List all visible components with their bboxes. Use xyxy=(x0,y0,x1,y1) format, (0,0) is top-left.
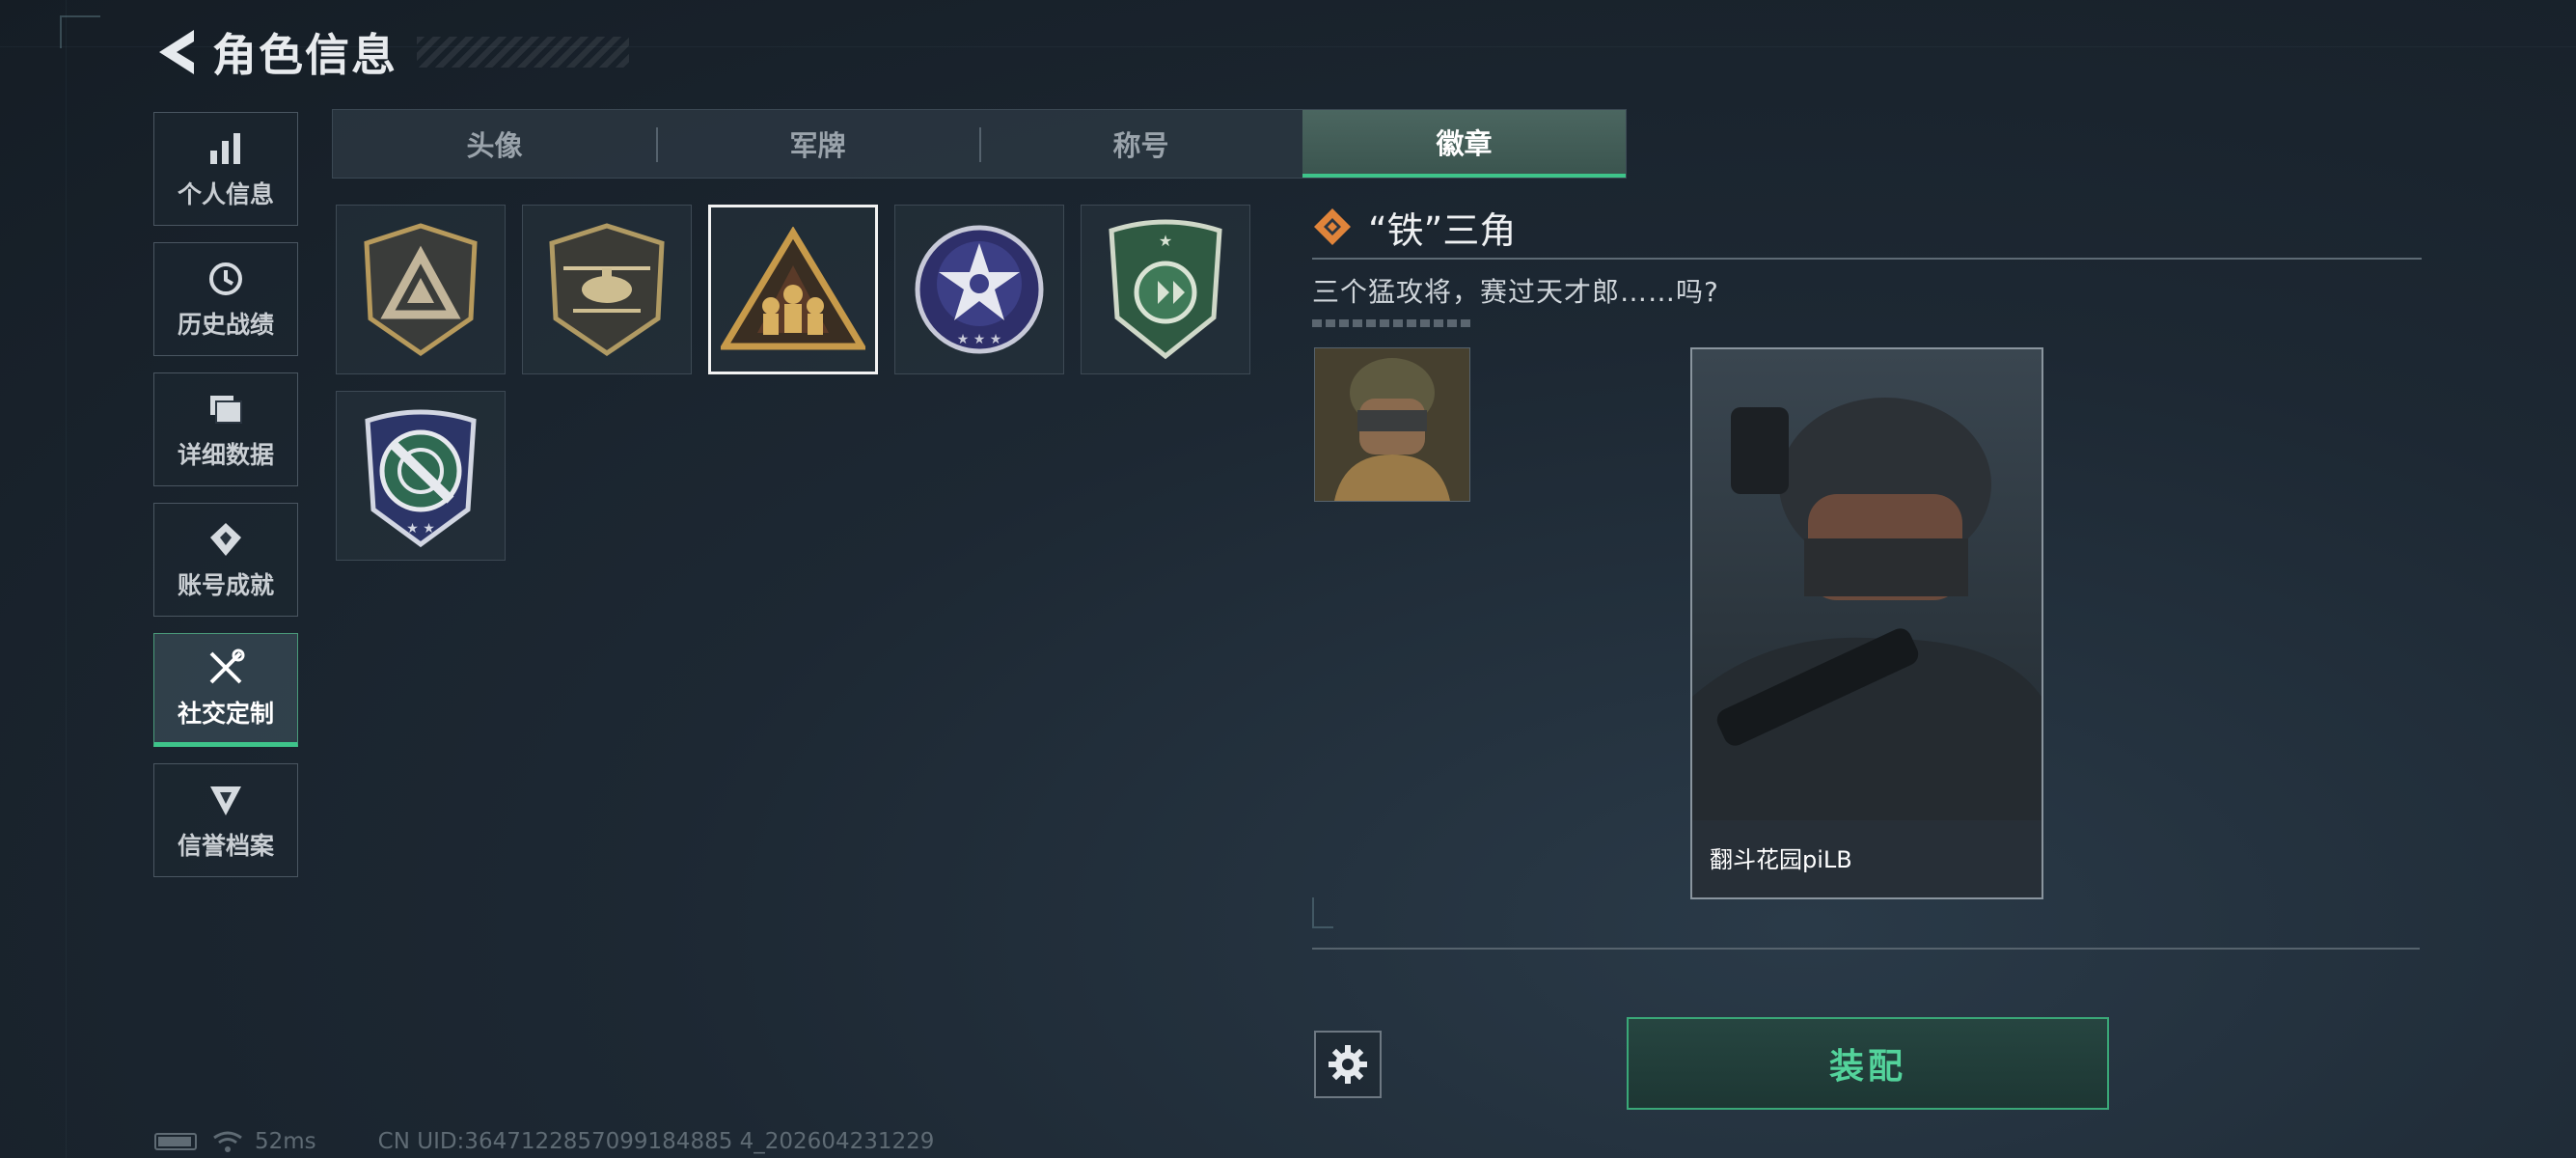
green-shield-badge-icon: ★ xyxy=(1109,219,1222,360)
credit-shield-icon xyxy=(205,779,247,821)
bottom-divider xyxy=(1312,948,2420,950)
character-card: 翻斗花园piLB xyxy=(1690,347,2043,899)
badge-iron-triangle[interactable] xyxy=(708,205,878,374)
helicopter-badge-icon xyxy=(549,223,665,357)
page-title: 角色信息 xyxy=(212,29,397,81)
sidebar-item-credit-record[interactable]: 信誉档案 xyxy=(153,763,298,877)
folder-icon xyxy=(205,388,247,430)
sidebar-item-label: 历史战绩 xyxy=(177,311,274,339)
svg-text:★ ★ ★: ★ ★ ★ xyxy=(957,332,1002,347)
sidebar-item-label: 详细数据 xyxy=(177,441,274,469)
sidebar-item-label: 社交定制 xyxy=(177,700,274,728)
sidebar-item-label: 个人信息 xyxy=(177,180,274,208)
badge-helicopter[interactable] xyxy=(522,205,692,374)
description-decoration xyxy=(1312,319,1474,327)
player-uid: CN UID:3647122857099184885 4_20260423122… xyxy=(377,1129,935,1154)
divider xyxy=(1312,258,2422,260)
page-header: 角色信息 xyxy=(154,23,629,81)
rarity-diamond-icon xyxy=(1314,208,1351,245)
tab-avatar[interactable]: 头像 xyxy=(333,110,656,178)
sidebar-item-achievements[interactable]: 账号成就 xyxy=(153,503,298,617)
sidebar-item-history[interactable]: 历史战绩 xyxy=(153,242,298,356)
sidebar-item-social-custom[interactable]: 社交定制 xyxy=(153,633,298,747)
badge-green-shield[interactable]: ★ xyxy=(1081,205,1250,374)
side-navigation: 个人信息 历史战绩 详细数据 账号成就 社交定制 信誉档案 xyxy=(153,112,300,894)
sidebar-item-label: 信誉档案 xyxy=(177,832,274,860)
tab-title[interactable]: 称号 xyxy=(979,110,1302,178)
star-seal-badge-icon: ★ ★ ★ xyxy=(915,225,1044,354)
avatar-thumbnail[interactable] xyxy=(1314,347,1470,502)
settings-button[interactable] xyxy=(1314,1031,1382,1098)
svg-text:★ ★: ★ ★ xyxy=(406,521,435,537)
tools-icon xyxy=(205,647,247,689)
badge-detail: “铁”三角 三个猛攻将，赛过天才郎……吗? xyxy=(1312,198,2422,327)
sidebar-item-detailed-data[interactable]: 详细数据 xyxy=(153,372,298,486)
tab-dog-tag[interactable]: 军牌 xyxy=(656,110,979,178)
crosshair-knife-badge-icon: ★ ★ xyxy=(365,409,477,548)
iron-triangle-badge-icon xyxy=(721,227,865,350)
equip-button[interactable]: 装配 xyxy=(1627,1017,2109,1110)
soldier-avatar-image xyxy=(1315,348,1469,501)
wifi-icon xyxy=(213,1131,242,1152)
badge-crosshair-knife[interactable]: ★ ★ xyxy=(336,391,506,561)
equip-button-label: 装配 xyxy=(1828,1047,1906,1087)
triangle-emblem-badge-icon xyxy=(364,223,478,357)
tab-bar: 头像 军牌 称号 徽章 xyxy=(332,109,1627,179)
character-portrait-image xyxy=(1692,349,2042,897)
clock-icon xyxy=(205,258,247,300)
gear-icon xyxy=(1329,1045,1367,1084)
tab-badge[interactable]: 徽章 xyxy=(1302,110,1626,178)
player-name: 翻斗花园piLB xyxy=(1710,846,1852,873)
badge-star-seal[interactable]: ★ ★ ★ xyxy=(894,205,1064,374)
sidebar-item-label: 账号成就 xyxy=(177,571,274,599)
sidebar-item-personal-info[interactable]: 个人信息 xyxy=(153,112,298,226)
title-decoration xyxy=(417,37,629,68)
svg-text:★: ★ xyxy=(1159,232,1172,250)
battery-icon xyxy=(154,1133,197,1150)
status-bar: 52ms CN UID:3647122857099184885 4_202604… xyxy=(154,1129,934,1154)
back-arrow-icon xyxy=(159,30,194,74)
badge-triangle-emblem[interactable] xyxy=(336,205,506,374)
badge-description: 三个猛攻将，赛过天才郎……吗? xyxy=(1312,276,1719,308)
ping-value: 52ms xyxy=(255,1129,316,1154)
bar-chart-icon xyxy=(205,127,247,170)
back-button[interactable] xyxy=(154,28,199,76)
medal-icon xyxy=(205,518,247,561)
badge-title: “铁”三角 xyxy=(1368,208,1517,252)
